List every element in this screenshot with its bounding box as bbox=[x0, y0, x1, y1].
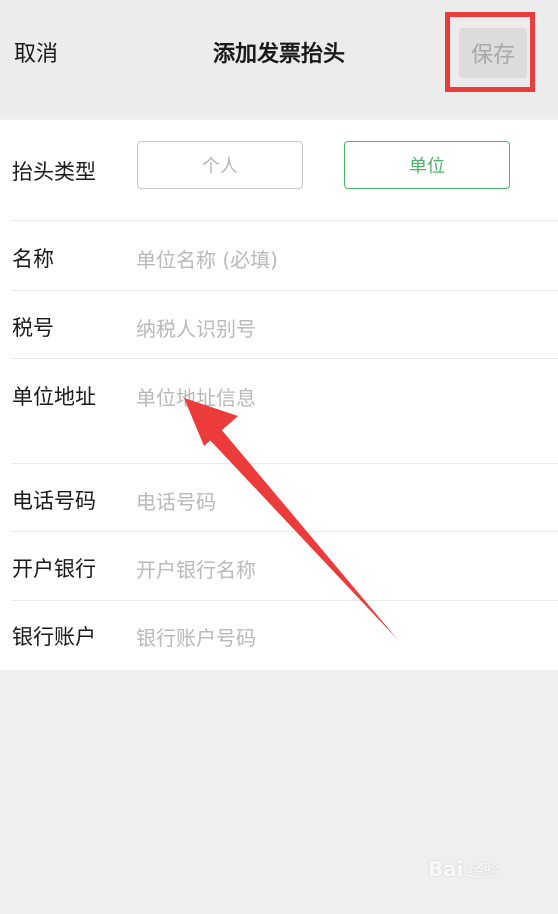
phone-input[interactable]: 电话号码 bbox=[136, 486, 216, 515]
bank-account-row[interactable]: 银行账户 银行账户号码 bbox=[0, 601, 558, 670]
address-label: 单位地址 bbox=[12, 385, 96, 409]
tax-id-row[interactable]: 税号 纳税人识别号 bbox=[0, 291, 558, 358]
watermark-sub: 经验 bbox=[467, 861, 500, 880]
bank-account-label: 银行账户 bbox=[12, 625, 96, 649]
tax-id-label: 税号 bbox=[12, 316, 54, 340]
bank-label: 开户银行 bbox=[12, 557, 96, 581]
address-row[interactable]: 单位地址 单位地址信息 bbox=[0, 359, 558, 463]
bank-row[interactable]: 开户银行 开户银行名称 bbox=[0, 532, 558, 600]
name-label: 名称 bbox=[12, 247, 54, 271]
phone-label: 电话号码 bbox=[12, 489, 96, 513]
save-button[interactable]: 保存 bbox=[459, 28, 527, 78]
watermark-brand: Bai bbox=[428, 857, 464, 881]
tax-id-input[interactable]: 纳税人识别号 bbox=[136, 313, 256, 342]
phone-row[interactable]: 电话号码 电话号码 bbox=[0, 464, 558, 531]
type-label: 抬头类型 bbox=[12, 160, 96, 184]
type-company-button[interactable]: 单位 bbox=[344, 141, 510, 189]
name-input[interactable]: 单位名称 (必填) bbox=[136, 244, 278, 273]
type-row: 抬头类型 个人 单位 bbox=[0, 120, 558, 220]
bank-account-input[interactable]: 银行账户号码 bbox=[136, 622, 256, 651]
name-row[interactable]: 名称 单位名称 (必填) bbox=[0, 221, 558, 290]
type-personal-button[interactable]: 个人 bbox=[137, 141, 303, 189]
bank-input[interactable]: 开户银行名称 bbox=[136, 554, 256, 583]
address-input[interactable]: 单位地址信息 bbox=[136, 382, 256, 411]
invoice-header-form: 抬头类型 个人 单位 名称 单位名称 (必填) 税号 纳税人识别号 单位地址 单… bbox=[0, 120, 558, 670]
watermark: Bai 经验 bbox=[428, 857, 500, 881]
